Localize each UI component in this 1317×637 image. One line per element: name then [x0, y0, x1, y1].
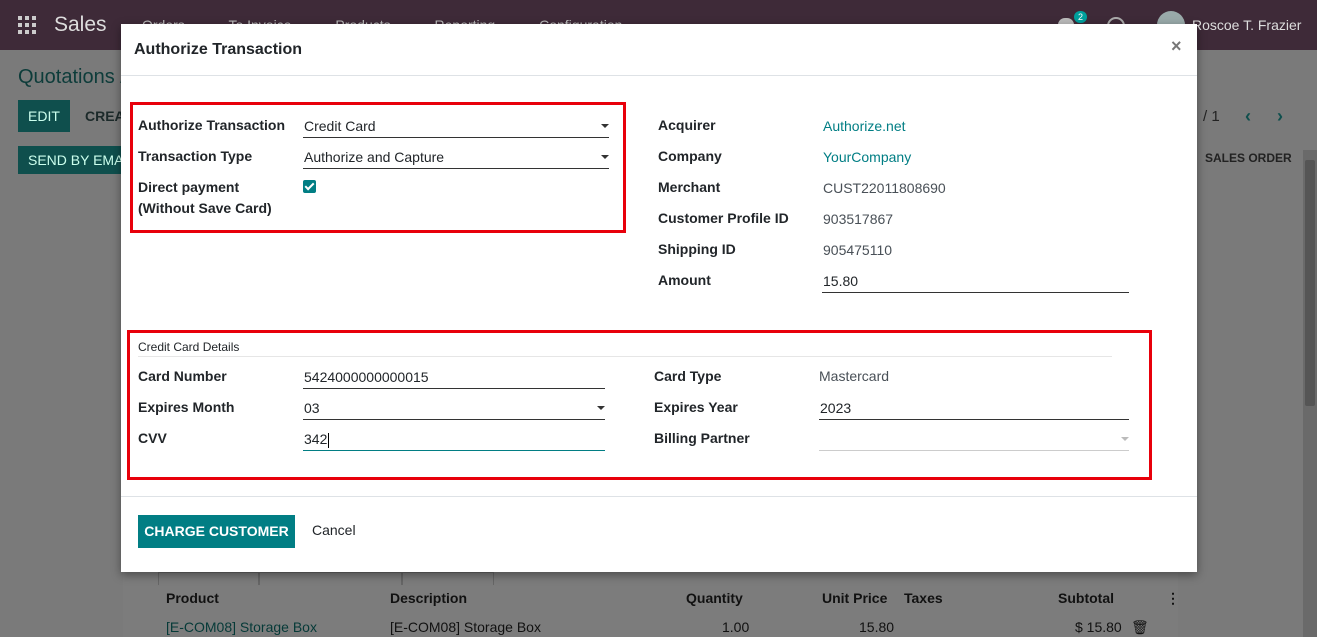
customer-profile-id-value: 903517867 [823, 211, 894, 227]
tab-other-info[interactable] [401, 572, 494, 585]
status-sales-order: SALES ORDER [1205, 151, 1292, 165]
modal-header: Authorize Transaction × [121, 24, 1197, 76]
create-button[interactable]: CREA [85, 108, 125, 124]
column-header-product[interactable]: Product [166, 590, 219, 606]
authorize-transaction-select[interactable]: Credit Card [303, 114, 609, 138]
shipping-id-value: 905475110 [823, 242, 893, 258]
transaction-type-value: Authorize and Capture [304, 149, 445, 165]
pager-previous-icon[interactable]: ‹ [1245, 106, 1251, 127]
column-header-description[interactable]: Description [390, 590, 467, 606]
card-number-input[interactable]: 5424000000000015 [303, 365, 605, 389]
company-label: Company [658, 148, 722, 164]
chat-count-badge: 2 [1074, 11, 1088, 23]
expires-month-select[interactable]: 03 [303, 396, 605, 420]
column-header-unit-price[interactable]: Unit Price [822, 590, 887, 606]
direct-payment-label-line1: Direct payment [138, 179, 240, 195]
page-scrollbar-thumb[interactable] [1305, 160, 1315, 406]
apps-grid-icon[interactable] [18, 16, 36, 34]
app-name[interactable]: Sales [54, 13, 107, 37]
chevron-down-icon [597, 406, 605, 410]
merchant-label: Merchant [658, 179, 721, 195]
table-cell-unit-price[interactable]: 15.80 [859, 619, 894, 635]
tab-order-lines[interactable] [158, 572, 260, 585]
authorize-transaction-value: Credit Card [304, 118, 376, 134]
tab-optional-products[interactable] [258, 572, 403, 585]
cvv-label: CVV [138, 430, 167, 446]
amount-label: Amount [658, 272, 711, 288]
column-options-icon[interactable]: ⋮ [1166, 590, 1180, 607]
authorize-transaction-dialog: Authorize Transaction × Authorize Transa… [121, 24, 1197, 572]
edit-button[interactable]: EDIT [18, 100, 70, 132]
direct-payment-checkbox[interactable] [303, 180, 316, 193]
card-type-value: Mastercard [819, 368, 890, 384]
close-icon[interactable]: × [1171, 36, 1182, 57]
cancel-button[interactable]: Cancel [312, 522, 356, 538]
text-cursor [328, 432, 330, 448]
company-link[interactable]: YourCompany [823, 147, 911, 168]
transaction-type-label: Transaction Type [138, 148, 253, 164]
card-type-label: Card Type [654, 368, 722, 384]
send-by-email-button[interactable]: SEND BY EMA [18, 146, 134, 174]
column-header-subtotal[interactable]: Subtotal [1058, 590, 1114, 606]
acquirer-label: Acquirer [658, 117, 716, 133]
customer-profile-id-label: Customer Profile ID [658, 210, 789, 226]
billing-partner-label: Billing Partner [654, 430, 750, 446]
shipping-id-label: Shipping ID [658, 241, 736, 257]
expires-month-value: 03 [304, 400, 320, 416]
chevron-down-icon [601, 155, 609, 159]
table-cell-subtotal: $ 15.80 [1075, 619, 1122, 635]
card-number-label: Card Number [138, 368, 227, 384]
direct-payment-label-line2: (Without Save Card) [138, 200, 272, 216]
chevron-down-icon [1121, 437, 1129, 441]
expires-year-label: Expires Year [654, 399, 738, 415]
pager-counter: / 1 [1203, 108, 1220, 125]
cvv-input[interactable]: 342 [303, 427, 605, 451]
amount-input[interactable]: 15.80 [822, 269, 1129, 293]
modal-title: Authorize Transaction [134, 41, 303, 58]
breadcrumb[interactable]: Quotations / [18, 66, 126, 89]
charge-customer-button[interactable]: CHARGE CUSTOMER [138, 515, 295, 548]
credit-card-details-title: Credit Card Details [138, 340, 240, 354]
table-cell-product[interactable]: [E-COM08] Storage Box [166, 619, 317, 635]
authorize-transaction-label: Authorize Transaction [138, 117, 286, 133]
trash-icon[interactable]: 🗑 [1131, 619, 1149, 636]
user-name[interactable]: Roscoe T. Frazier [1192, 17, 1301, 33]
column-header-quantity[interactable]: Quantity [686, 590, 743, 606]
section-divider [138, 356, 1112, 357]
transaction-type-select[interactable]: Authorize and Capture [303, 145, 609, 169]
table-cell-quantity[interactable]: 1.00 [722, 619, 749, 635]
expires-year-input[interactable]: 2023 [819, 396, 1129, 420]
direct-payment-label: Direct payment (Without Save Card) [138, 177, 272, 219]
expires-month-label: Expires Month [138, 399, 235, 415]
table-cell-description[interactable]: [E-COM08] Storage Box [390, 619, 541, 635]
pager-next-icon[interactable]: › [1277, 106, 1283, 127]
column-header-taxes[interactable]: Taxes [904, 590, 943, 606]
merchant-value: CUST22011808690 [823, 180, 946, 196]
acquirer-link[interactable]: Authorize.net [823, 116, 906, 137]
cvv-value: 342 [304, 431, 328, 447]
billing-partner-select[interactable] [819, 427, 1129, 451]
chevron-down-icon [601, 124, 609, 128]
